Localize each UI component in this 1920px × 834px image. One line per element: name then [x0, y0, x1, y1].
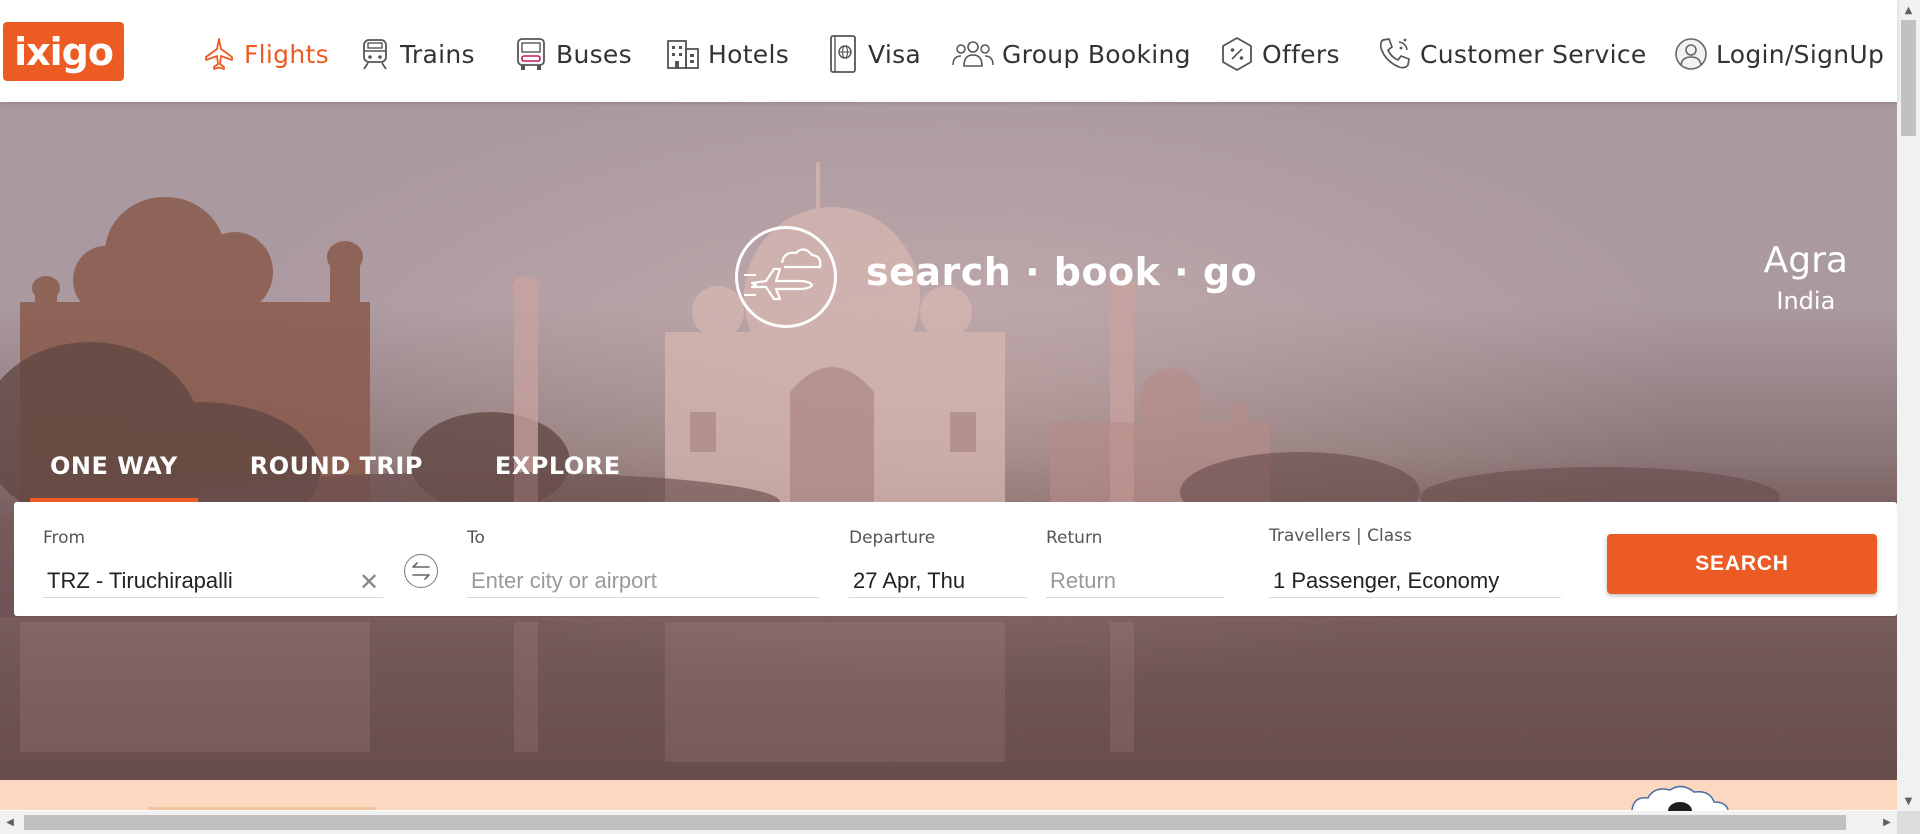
from-label: From: [43, 528, 86, 548]
travellers-class-label: Travellers | Class: [1269, 526, 1412, 546]
to-field: To: [467, 528, 819, 598]
hero-tagline: search · book · go: [866, 250, 1258, 294]
tab-explore[interactable]: EXPLORE: [475, 452, 641, 502]
nav-customer-service-label: Customer Service: [1420, 39, 1647, 69]
hero-country-name: India: [1776, 287, 1836, 315]
nav-trains[interactable]: Trains: [356, 30, 475, 78]
nav-login-signup-label: Login/SignUp: [1716, 39, 1885, 69]
from-field: From ✕: [43, 528, 383, 598]
hotel-icon: [664, 35, 702, 73]
river-reflection: [0, 617, 1897, 780]
scroll-left-arrow-icon[interactable]: ◀: [0, 811, 20, 834]
swap-cities-button[interactable]: [404, 554, 438, 588]
nav-hotels[interactable]: Hotels: [664, 30, 789, 78]
ixigo-logo[interactable]: ixigo: [3, 22, 124, 81]
departure-date-input[interactable]: [849, 564, 1027, 598]
horizontal-scrollbar-thumb[interactable]: [24, 815, 1846, 830]
nav-visa-label: Visa: [868, 39, 922, 69]
travellers-class-field: Travellers | Class: [1269, 526, 1561, 598]
hero-location-caption: Agra India: [1764, 240, 1848, 315]
search-button[interactable]: SEARCH: [1607, 534, 1877, 594]
horizontal-scrollbar[interactable]: ◀ ▶: [0, 811, 1897, 834]
nav-customer-service[interactable]: Customer Service: [1376, 30, 1647, 78]
nav-offers[interactable]: Offers: [1218, 30, 1340, 78]
tab-one-way[interactable]: ONE WAY: [30, 452, 198, 502]
from-input[interactable]: [43, 564, 383, 598]
nav-group-booking-label: Group Booking: [1002, 39, 1191, 69]
scrollbar-corner: [1897, 811, 1920, 834]
passport-icon: [824, 35, 862, 73]
user-avatar-icon: [1672, 35, 1710, 73]
nav-hotels-label: Hotels: [708, 39, 790, 69]
scroll-up-arrow-icon[interactable]: ▲: [1897, 0, 1920, 20]
nav-flights-label: Flights: [244, 39, 329, 69]
scroll-down-arrow-icon[interactable]: ▼: [1897, 791, 1920, 811]
trip-type-tabs: ONE WAY ROUND TRIP EXPLORE: [30, 452, 673, 502]
vertical-scrollbar[interactable]: ▲ ▼: [1897, 0, 1920, 811]
promo-strip-tab: [148, 807, 376, 810]
nav-buses-label: Buses: [556, 39, 632, 69]
return-field: Return: [1046, 528, 1224, 598]
travellers-class-input[interactable]: [1269, 564, 1561, 598]
bus-icon: [512, 35, 550, 73]
tab-round-trip[interactable]: ROUND TRIP: [230, 452, 443, 502]
departure-label: Departure: [849, 528, 936, 548]
nav-visa[interactable]: Visa: [824, 30, 921, 78]
clear-from-icon[interactable]: ✕: [359, 568, 379, 596]
cloud-mascot-icon: [1631, 785, 1729, 811]
nav-buses[interactable]: Buses: [512, 30, 632, 78]
nav-group-booking[interactable]: Group Booking: [950, 30, 1191, 78]
return-date-input[interactable]: [1046, 564, 1224, 598]
train-icon: [356, 35, 394, 73]
nav-offers-label: Offers: [1262, 39, 1340, 69]
vertical-scrollbar-thumb[interactable]: [1901, 20, 1916, 136]
nav-trains-label: Trains: [400, 39, 475, 69]
departure-field: Departure: [849, 528, 1027, 598]
offer-tag-icon: [1218, 35, 1256, 73]
to-label: To: [467, 528, 485, 548]
group-icon: [950, 35, 996, 73]
promo-strip: [0, 780, 1897, 810]
top-navigation-bar: ixigo Flights Trains Buses Hotels Visa G…: [0, 0, 1897, 102]
scroll-right-arrow-icon[interactable]: ▶: [1877, 811, 1897, 834]
phone-support-icon: [1376, 35, 1414, 73]
to-input[interactable]: [467, 564, 819, 598]
swap-arrows-icon: [412, 562, 430, 580]
plane-icon: [200, 35, 238, 73]
nav-flights[interactable]: Flights: [200, 30, 329, 78]
nav-login-signup[interactable]: Login/SignUp: [1672, 30, 1884, 78]
hero-banner: [0, 102, 1897, 780]
return-label: Return: [1046, 528, 1103, 548]
plane-cloud-icon: [735, 226, 837, 328]
hero-city-name: Agra: [1763, 240, 1848, 281]
